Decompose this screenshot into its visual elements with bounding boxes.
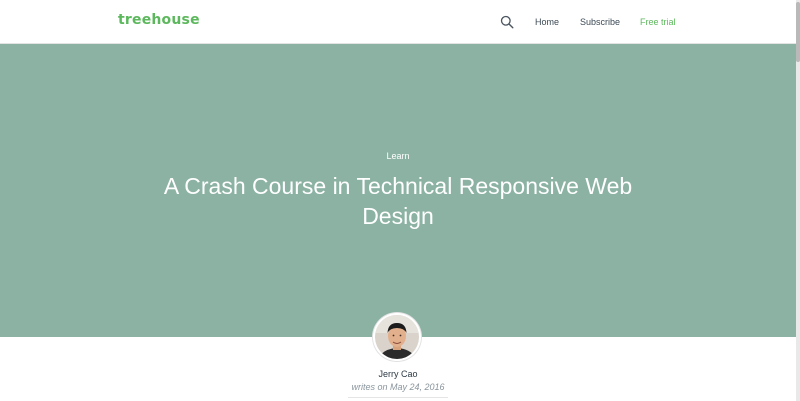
hero-banner: Learn A Crash Course in Technical Respon…	[0, 44, 796, 337]
nav-free-trial-link[interactable]: Free trial	[640, 17, 676, 27]
post-category-link[interactable]: Learn	[0, 151, 796, 161]
nav-subscribe-link[interactable]: Subscribe	[580, 17, 620, 27]
nav-home-link[interactable]: Home	[535, 17, 559, 27]
byline-divider	[348, 397, 448, 398]
post-date: writes on May 24, 2016	[351, 382, 445, 392]
search-icon[interactable]	[500, 15, 514, 29]
post-title: A Crash Course in Technical Responsive W…	[163, 173, 633, 229]
treehouse-logo[interactable]: treehouse	[118, 12, 200, 28]
site-header: treehouse Home Subscribe Free trial	[0, 0, 800, 44]
page: treehouse Home Subscribe Free trial Lear…	[0, 0, 800, 401]
author-avatar[interactable]	[373, 313, 421, 361]
author-name[interactable]: Jerry Cao	[0, 369, 796, 379]
author-photo	[373, 313, 421, 361]
page-scrollbar[interactable]	[796, 0, 800, 401]
scrollbar-thumb[interactable]	[796, 2, 800, 62]
